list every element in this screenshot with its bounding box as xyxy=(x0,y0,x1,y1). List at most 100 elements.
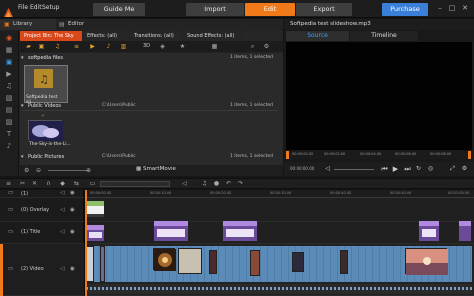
ripple-icon[interactable]: ⇆ xyxy=(72,179,81,188)
zoom-in-icon[interactable]: ⊕ xyxy=(86,167,91,174)
zoom-slider[interactable] xyxy=(48,170,88,171)
title-icon[interactable]: T xyxy=(4,129,14,139)
eye-icon[interactable]: ◉ xyxy=(70,266,75,272)
eye-icon[interactable]: ◉ xyxy=(70,207,75,213)
delete-icon[interactable]: ✕ xyxy=(30,179,39,188)
video-clip-icon[interactable]: ▥ xyxy=(119,42,128,51)
menu-edit[interactable]: Edit xyxy=(30,4,42,11)
music-icon[interactable]: ♫ xyxy=(4,81,14,91)
menu-file[interactable]: File xyxy=(18,4,28,11)
tab-sound-effects[interactable]: Sound Effects: (all) xyxy=(183,31,241,41)
title-clip[interactable] xyxy=(153,220,189,242)
tab-effects[interactable]: Effects: (all) xyxy=(83,31,129,41)
collapse-icon[interactable]: ▾ xyxy=(21,55,27,61)
video-icon[interactable]: ▶ xyxy=(4,69,14,79)
volume-icon[interactable]: ◁ xyxy=(323,165,332,172)
audio-mixer-icon[interactable]: ♫ xyxy=(200,179,209,188)
project-bin-icon[interactable]: ◉ xyxy=(4,33,14,43)
undo-icon[interactable]: ↶ xyxy=(224,179,233,188)
edit-button[interactable]: Edit xyxy=(245,3,295,16)
video-clip[interactable] xyxy=(250,250,260,276)
video-clip-fireworks[interactable] xyxy=(153,248,176,271)
title-clip[interactable] xyxy=(86,224,105,242)
montage-icon[interactable]: ▨ xyxy=(4,117,14,127)
video-clip[interactable] xyxy=(178,248,202,274)
video-clip[interactable] xyxy=(340,250,348,274)
overlay-clip[interactable] xyxy=(86,200,105,218)
smartmovie-button[interactable]: ▦ SmartMovie xyxy=(136,166,176,172)
end-marker[interactable] xyxy=(468,151,471,159)
volume-icon[interactable]: ◁ xyxy=(180,179,189,188)
speaker-icon[interactable]: ◁ xyxy=(60,207,64,213)
photo-icon[interactable]: ▣ xyxy=(4,57,14,67)
fullscreen-icon[interactable]: ⤢ xyxy=(448,165,457,173)
mic-icon[interactable]: ● xyxy=(212,179,221,188)
previous-icon[interactable]: ⏮ xyxy=(380,165,389,174)
speaker-icon[interactable]: ◁ xyxy=(60,229,64,235)
settings-icon[interactable]: ⚙ xyxy=(262,42,271,51)
lock-icon[interactable]: ▭ xyxy=(8,266,13,272)
thumbnail-softpedia[interactable]: ♫ Softpedia test sli... xyxy=(24,65,68,105)
collections-icon[interactable]: ▦ xyxy=(4,45,14,55)
video-clip-sunset[interactable] xyxy=(405,248,448,275)
grid-view-icon[interactable]: ▦ xyxy=(210,42,219,51)
marker-icon[interactable]: ◆ xyxy=(58,179,67,188)
speaker-icon[interactable]: ◁ xyxy=(60,190,64,196)
menu-setup[interactable]: Setup xyxy=(42,4,59,11)
minimize-icon[interactable]: – xyxy=(435,3,445,13)
title-clip[interactable] xyxy=(458,220,472,242)
tab-transitions[interactable]: Transitions: (all) xyxy=(130,31,182,41)
image-filter-icon[interactable]: ▣ xyxy=(37,42,46,51)
image-icon[interactable]: ▧ xyxy=(4,93,14,103)
title-clip[interactable] xyxy=(418,220,440,242)
tab-project-bin[interactable]: Project Bin: The Sky is... xyxy=(20,31,82,49)
export-button[interactable]: Export xyxy=(296,3,352,16)
close-icon[interactable]: ✕ xyxy=(460,3,470,13)
video-filter-icon[interactable]: ▶ xyxy=(88,42,97,51)
zoom-out-icon[interactable]: ⊖ xyxy=(36,167,41,174)
audio-icon[interactable]: ♪ xyxy=(4,141,14,151)
overview-bar[interactable] xyxy=(100,181,170,187)
collapse-icon[interactable]: ▾ xyxy=(21,154,24,160)
collapse-icon[interactable]: ▾ xyxy=(21,103,24,109)
thumbnail-sky-video[interactable] xyxy=(28,120,63,141)
next-icon[interactable]: ⏭ xyxy=(403,165,412,174)
group-softpedia-files[interactable]: softpedia files xyxy=(28,54,63,62)
lock-icon[interactable]: ▭ xyxy=(8,190,13,196)
group-public-pictures[interactable]: Public Pictures xyxy=(28,153,64,161)
lock-icon[interactable]: ▭ xyxy=(8,207,13,213)
tab-source[interactable]: Source xyxy=(286,31,349,41)
maximize-icon[interactable]: □ xyxy=(447,3,457,13)
video-clip[interactable] xyxy=(100,246,105,282)
preview-screen[interactable] xyxy=(286,42,472,150)
tag-icon[interactable]: ◈ xyxy=(158,42,167,51)
tab-editor[interactable]: Editor xyxy=(56,19,116,30)
lane-overlay[interactable] xyxy=(85,198,474,222)
timeline-playhead[interactable] xyxy=(85,190,87,296)
settings-icon[interactable]: ⚙ xyxy=(24,167,29,174)
import-button[interactable]: Import xyxy=(186,3,244,16)
speaker-icon[interactable]: ◁ xyxy=(60,266,64,272)
search-icon[interactable]: ⌕ xyxy=(248,42,257,51)
3d-icon[interactable]: 3D xyxy=(142,42,151,51)
lane-title[interactable] xyxy=(85,222,474,244)
video-clip[interactable] xyxy=(209,250,217,274)
group-public-videos[interactable]: Public Videos xyxy=(28,102,61,110)
lock-icon[interactable]: ▭ xyxy=(8,229,13,235)
menu-icon[interactable]: ≡ xyxy=(4,179,13,188)
play-icon[interactable]: ▶ xyxy=(391,165,400,173)
projects-icon[interactable]: ▤ xyxy=(4,105,14,115)
music-filter-icon[interactable]: ♫ xyxy=(53,42,62,51)
volume-slider[interactable] xyxy=(334,169,374,170)
snapshot-icon[interactable]: ◎ xyxy=(426,165,435,172)
settings-icon[interactable]: ⚙ xyxy=(460,165,469,172)
video-clip[interactable] xyxy=(86,246,94,282)
magnet-icon[interactable]: ∩ xyxy=(44,179,53,188)
star-icon[interactable]: ★ xyxy=(178,42,187,51)
purchase-button[interactable]: Purchase xyxy=(382,3,428,16)
sound-filter-icon[interactable]: ♪ xyxy=(104,42,113,51)
eye-icon[interactable]: ◉ xyxy=(70,190,75,196)
loop-icon[interactable]: ↻ xyxy=(414,165,423,172)
title-clip[interactable] xyxy=(222,220,258,242)
list-view-icon[interactable]: ≡ xyxy=(72,42,81,51)
